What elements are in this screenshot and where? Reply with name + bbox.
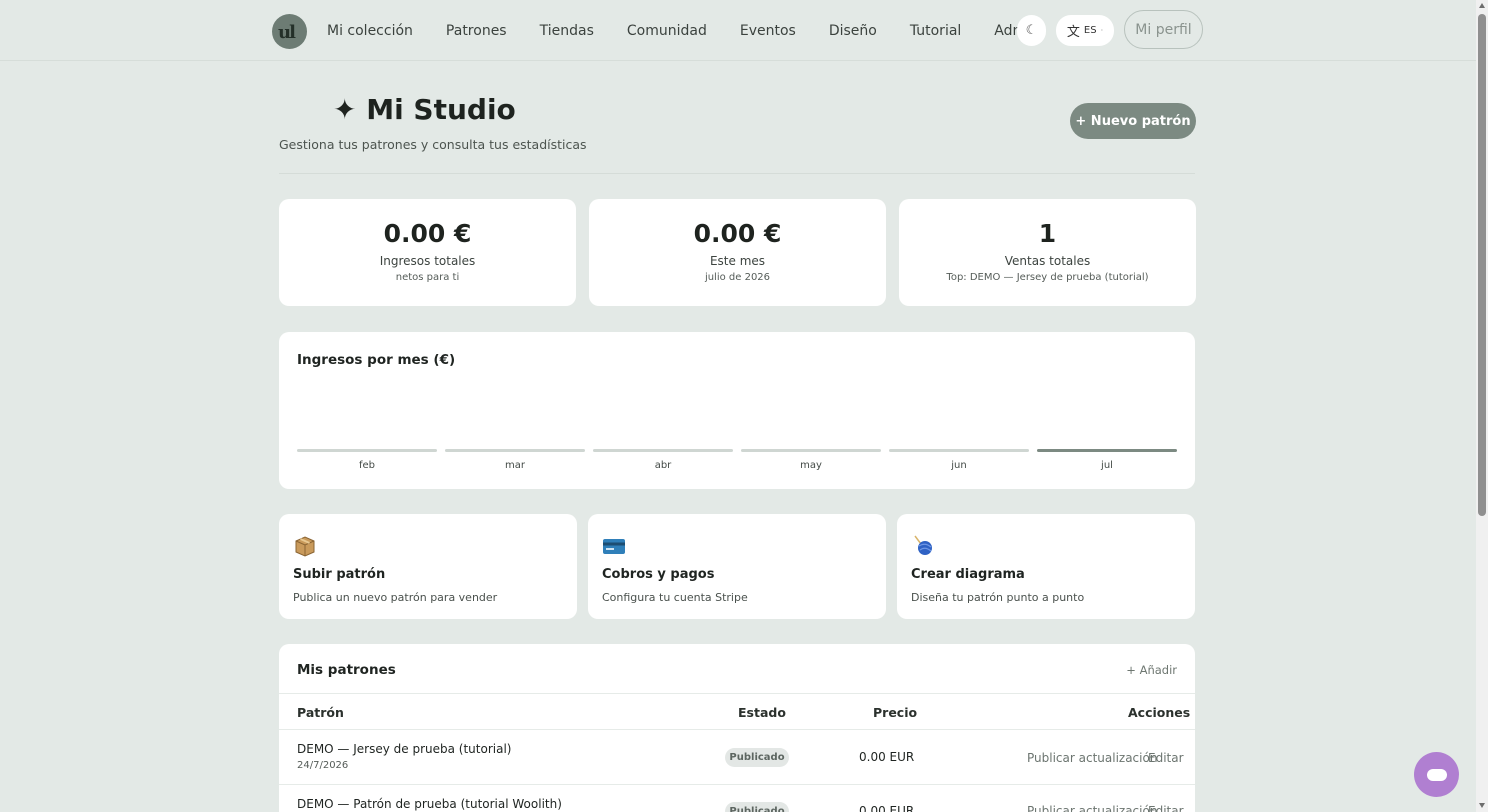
scroll-up-arrow-icon[interactable] xyxy=(1479,3,1485,8)
logo[interactable]: ul xyxy=(272,14,307,49)
header-divider xyxy=(279,173,1195,174)
column-header-actions: Acciones xyxy=(1128,705,1191,720)
bar-jun xyxy=(889,449,1029,452)
stat-label: Este mes xyxy=(709,254,766,268)
scroll-down-arrow-icon[interactable] xyxy=(1479,803,1485,808)
action-card-upload[interactable]: Subir patrón Publica un nuevo patrón par… xyxy=(279,514,577,619)
chat-button[interactable] xyxy=(1414,752,1459,797)
action-title: Cobros y pagos xyxy=(602,567,715,582)
add-pattern-link[interactable]: + Añadir xyxy=(1126,663,1177,677)
nav-link-eventos[interactable]: Eventos xyxy=(740,23,796,39)
scrollbar[interactable] xyxy=(1476,0,1488,812)
scrollbar-thumb[interactable] xyxy=(1478,14,1486,516)
chat-icon xyxy=(1427,769,1447,781)
publish-update-link[interactable]: Publicar actualización xyxy=(1027,751,1157,765)
top-nav: ul Mi colección Patrones Tiendas Comunid… xyxy=(0,0,1476,61)
new-pattern-button[interactable]: + Nuevo patrón xyxy=(1070,103,1196,139)
bar-abr xyxy=(593,449,733,452)
stat-sub: Top: DEMO — Jersey de prueba (tutorial) xyxy=(946,272,1149,283)
pattern-name[interactable]: DEMO — Jersey de prueba (tutorial) xyxy=(297,742,511,756)
x-tick-label: jun xyxy=(950,460,966,471)
stat-card-total-sales: 1 Ventas totales Top: DEMO — Jersey de p… xyxy=(899,199,1196,306)
bar-may xyxy=(741,449,881,452)
profile-button[interactable]: Mi perfil xyxy=(1124,10,1203,49)
edit-link[interactable]: Editar xyxy=(1148,804,1184,812)
bar-feb xyxy=(297,449,437,452)
stat-card-total-income: 0.00 € Ingresos totales netos para ti xyxy=(279,199,576,306)
edit-link[interactable]: Editar xyxy=(1148,751,1184,765)
yarn-icon xyxy=(914,535,932,555)
stat-label: Ingresos totales xyxy=(379,254,476,268)
divider xyxy=(279,784,1195,785)
column-header-pattern: Patrón xyxy=(297,705,344,720)
pattern-price: 0.00 EUR xyxy=(859,750,915,764)
patterns-title: Mis patrones xyxy=(297,662,396,678)
logo-mark: ul xyxy=(278,22,296,43)
action-desc: Publica un nuevo patrón para vender xyxy=(293,591,498,604)
x-tick-label: abr xyxy=(655,460,672,471)
nav-link-comunidad[interactable]: Comunidad xyxy=(627,23,707,39)
x-tick-label: jul xyxy=(1100,460,1113,471)
language-code: ES xyxy=(1083,25,1097,36)
status-badge: Publicado xyxy=(725,748,789,767)
patterns-card: Mis patrones + Añadir Patrón Estado Prec… xyxy=(279,644,1195,812)
package-icon xyxy=(295,536,315,557)
page-title: ✦ Mi Studio xyxy=(333,93,516,126)
bar-jul xyxy=(1037,449,1177,452)
x-tick-label: feb xyxy=(359,460,375,471)
pattern-date: 24/7/2026 xyxy=(297,760,349,771)
stat-sub: netos para ti xyxy=(395,272,460,283)
pattern-name[interactable]: DEMO — Patrón de prueba (tutorial Woolit… xyxy=(297,797,562,811)
nav-link-diseno[interactable]: Diseño xyxy=(829,23,877,39)
column-header-status: Estado xyxy=(738,705,786,720)
chevron-down-icon: · xyxy=(1100,26,1104,35)
action-card-diagram[interactable]: Crear diagrama Diseña tu patrón punto a … xyxy=(897,514,1195,619)
nav-link-tiendas[interactable]: Tiendas xyxy=(540,23,594,39)
action-title: Subir patrón xyxy=(293,567,386,582)
nav-link-patrones[interactable]: Patrones xyxy=(446,23,507,39)
language-selector[interactable]: 文 ES · xyxy=(1056,15,1114,46)
column-header-price: Precio xyxy=(873,705,918,720)
stat-value: 0.00 € xyxy=(693,219,782,248)
divider xyxy=(279,729,1195,730)
pattern-price: 0.00 EUR xyxy=(859,804,915,812)
nav-links: Mi colección Patrones Tiendas Comunidad … xyxy=(327,0,1072,61)
theme-toggle-button[interactable]: ☾ xyxy=(1017,15,1046,46)
credit-card-icon xyxy=(603,539,625,554)
stat-card-this-month: 0.00 € Este mes julio de 2026 xyxy=(589,199,886,306)
nav-link-tutorial[interactable]: Tutorial xyxy=(910,23,961,39)
action-title: Crear diagrama xyxy=(911,567,1025,582)
stat-sub: julio de 2026 xyxy=(704,272,771,283)
stat-label: Ventas totales xyxy=(1004,254,1091,268)
stat-value: 0.00 € xyxy=(383,219,472,248)
status-badge: Publicado xyxy=(725,802,789,812)
stat-value: 1 xyxy=(1038,219,1057,248)
action-card-payments[interactable]: Cobros y pagos Configura tu cuenta Strip… xyxy=(588,514,886,619)
publish-update-link[interactable]: Publicar actualización xyxy=(1027,804,1157,812)
revenue-chart: feb mar abr may jun jul xyxy=(297,449,1177,471)
action-desc: Configura tu cuenta Stripe xyxy=(602,591,748,604)
page-subtitle: Gestiona tus patrones y consulta tus est… xyxy=(279,137,587,152)
x-tick-label: mar xyxy=(505,460,526,471)
action-desc: Diseña tu patrón punto a punto xyxy=(911,591,1085,604)
translate-icon: 文 xyxy=(1066,25,1080,40)
x-tick-label: may xyxy=(800,460,822,471)
revenue-chart-card: Ingresos por mes (€) feb mar abr may jun jul xyxy=(279,332,1195,489)
nav-link-coleccion[interactable]: Mi colección xyxy=(327,23,413,39)
bar-mar xyxy=(445,449,585,452)
divider xyxy=(279,693,1195,694)
moon-icon: ☾ xyxy=(1025,23,1038,38)
